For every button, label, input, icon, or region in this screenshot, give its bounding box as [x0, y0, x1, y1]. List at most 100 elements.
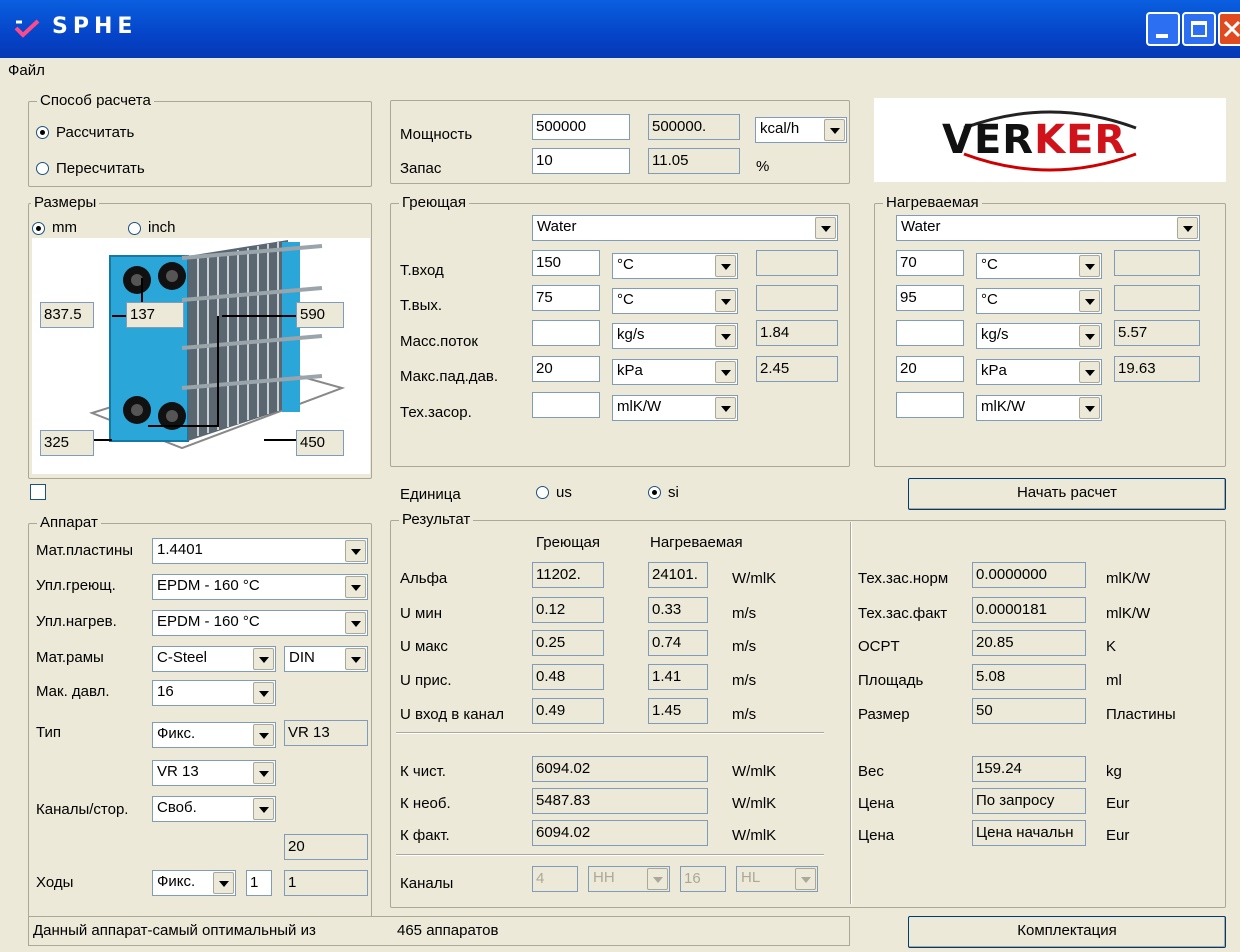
hot-t-out-unit[interactable]: °C: [612, 288, 738, 314]
cold-fouling-input[interactable]: [896, 392, 964, 418]
result-hot-value: 0.49: [532, 698, 604, 724]
type-label: Тип: [36, 724, 62, 741]
cold-fluid-value: Water: [901, 218, 941, 235]
hot-dp-input[interactable]: 20: [532, 356, 600, 382]
right-row-unit: Eur: [1106, 827, 1130, 844]
cold-t-out-unit[interactable]: °C: [976, 288, 1102, 314]
right-row-label: Размер: [858, 706, 910, 723]
status-text: Данный аппарат-самый оптимальный из: [33, 922, 316, 939]
radio-recalculate[interactable]: [36, 162, 49, 175]
result-separator-2: [396, 854, 824, 856]
cold-t-in-input[interactable]: 70: [896, 250, 964, 276]
hot-fouling-input[interactable]: [532, 392, 600, 418]
option-checkbox[interactable]: [30, 484, 46, 500]
passes-input[interactable]: 1: [246, 870, 272, 896]
cold-fouling-unit[interactable]: mlK/W: [976, 395, 1102, 421]
cold-t-in-unit[interactable]: °C: [976, 253, 1102, 279]
right-row-value: 50: [972, 698, 1086, 724]
power-input[interactable]: 500000: [532, 114, 630, 140]
close-button[interactable]: [1218, 12, 1240, 46]
cold-dp-unit-value: kPa: [981, 362, 1007, 379]
radio-us[interactable]: [536, 486, 549, 499]
hot-t-in-unit[interactable]: °C: [612, 253, 738, 279]
right-row-value: Цена начальн: [972, 820, 1086, 846]
chevron-down-icon: [1177, 217, 1198, 239]
type-select[interactable]: Фикс.: [152, 722, 276, 748]
result-row-label: U мин: [400, 605, 442, 622]
cold-flow-result: 5.57: [1114, 320, 1200, 346]
kit-button[interactable]: Комплектация: [908, 916, 1226, 948]
hot-flow-input[interactable]: [532, 320, 600, 346]
right-row-value: 159.24: [972, 756, 1086, 782]
plate-material-select[interactable]: 1.4401: [152, 538, 368, 564]
seal-cold-select[interactable]: EPDM - 160 °C: [152, 610, 368, 636]
menu-file[interactable]: Файл: [8, 62, 45, 79]
hot-t-out-result: [756, 285, 838, 311]
result-legend: Результат: [399, 511, 474, 529]
result-col-cold: Нагреваемая: [650, 534, 743, 551]
radio-calculate-label: Рассчитать: [56, 124, 135, 141]
hot-flow-unit[interactable]: kg/s: [612, 323, 738, 349]
channels-b-value: 16: [680, 866, 726, 892]
cold-side-legend: Нагреваемая: [883, 194, 982, 212]
cold-dp-unit[interactable]: kPa: [976, 359, 1102, 385]
seal-hot-select[interactable]: EPDM - 160 °C: [152, 574, 368, 600]
chevron-down-icon: [1079, 361, 1100, 383]
hot-t-in-input[interactable]: 150: [532, 250, 600, 276]
max-pressure-select[interactable]: 16: [152, 680, 276, 706]
chevron-down-icon: [253, 648, 274, 670]
right-row-label: Цена: [858, 795, 895, 812]
reserve-input[interactable]: 10: [532, 148, 630, 174]
label-fouling: Тех.засор.: [400, 404, 472, 421]
radio-calculate[interactable]: [36, 126, 49, 139]
frame-material-value: C-Steel: [157, 649, 208, 666]
radio-inch[interactable]: [128, 222, 141, 235]
result-row-label: Альфа: [400, 570, 448, 587]
model-select[interactable]: VR 13: [152, 760, 276, 786]
dim-port-distance: 137: [126, 302, 184, 328]
cold-flow-unit[interactable]: kg/s: [976, 323, 1102, 349]
hot-dp-unit[interactable]: kPa: [612, 359, 738, 385]
start-calc-button[interactable]: Начать расчет: [908, 478, 1226, 510]
max-pressure-label: Мак. давл.: [36, 683, 110, 700]
result-hot-value: 11202.: [532, 562, 604, 588]
right-row-value: 20.85: [972, 630, 1086, 656]
maximize-button[interactable]: [1182, 12, 1216, 46]
hot-side-legend: Греющая: [399, 194, 470, 212]
cold-fluid-select[interactable]: Water: [896, 215, 1200, 241]
channels-a-type-value: HH: [593, 869, 615, 886]
radio-si[interactable]: [648, 486, 661, 499]
right-row-label: Цена: [858, 827, 895, 844]
chevron-down-icon: [345, 648, 366, 670]
right-row-unit: Пластины: [1106, 706, 1176, 723]
channels-a-value: 4: [532, 866, 578, 892]
result-cold-value: 1.45: [648, 698, 708, 724]
frame-material-select[interactable]: C-Steel: [152, 646, 276, 672]
hot-t-out-input[interactable]: 75: [532, 285, 600, 311]
cold-flow-input[interactable]: [896, 320, 964, 346]
k-row-value: 6094.02: [532, 820, 708, 846]
cold-dp-result: 19.63: [1114, 356, 1200, 382]
label-t-out: Т.вых.: [400, 297, 443, 314]
result-hot-value: 0.25: [532, 630, 604, 656]
result-row-label: U прис.: [400, 672, 452, 689]
seal-cold-label: Упл.нагрев.: [36, 613, 117, 630]
passes-select[interactable]: Фикс.: [152, 870, 236, 896]
minimize-button[interactable]: [1146, 12, 1180, 46]
result-cold-value: 24101.: [648, 562, 708, 588]
power-unit-select[interactable]: kcal/h: [755, 117, 847, 143]
hot-fluid-select[interactable]: Water: [532, 215, 838, 241]
chevron-down-icon: [715, 325, 736, 347]
radio-mm[interactable]: [32, 222, 45, 235]
right-row-unit: kg: [1106, 763, 1122, 780]
window-title: SPHE: [52, 14, 138, 39]
power-label: Мощность: [400, 126, 473, 143]
cold-dp-input[interactable]: 20: [896, 356, 964, 382]
hot-fouling-unit[interactable]: mlK/W: [612, 395, 738, 421]
channels-select[interactable]: Своб.: [152, 796, 276, 822]
chevron-down-icon: [715, 361, 736, 383]
frame-standard-select[interactable]: DIN: [284, 646, 368, 672]
cold-t-out-input[interactable]: 95: [896, 285, 964, 311]
logo-text-ver: VER: [942, 117, 1035, 163]
channels-label: Каналы/стор.: [36, 801, 129, 818]
